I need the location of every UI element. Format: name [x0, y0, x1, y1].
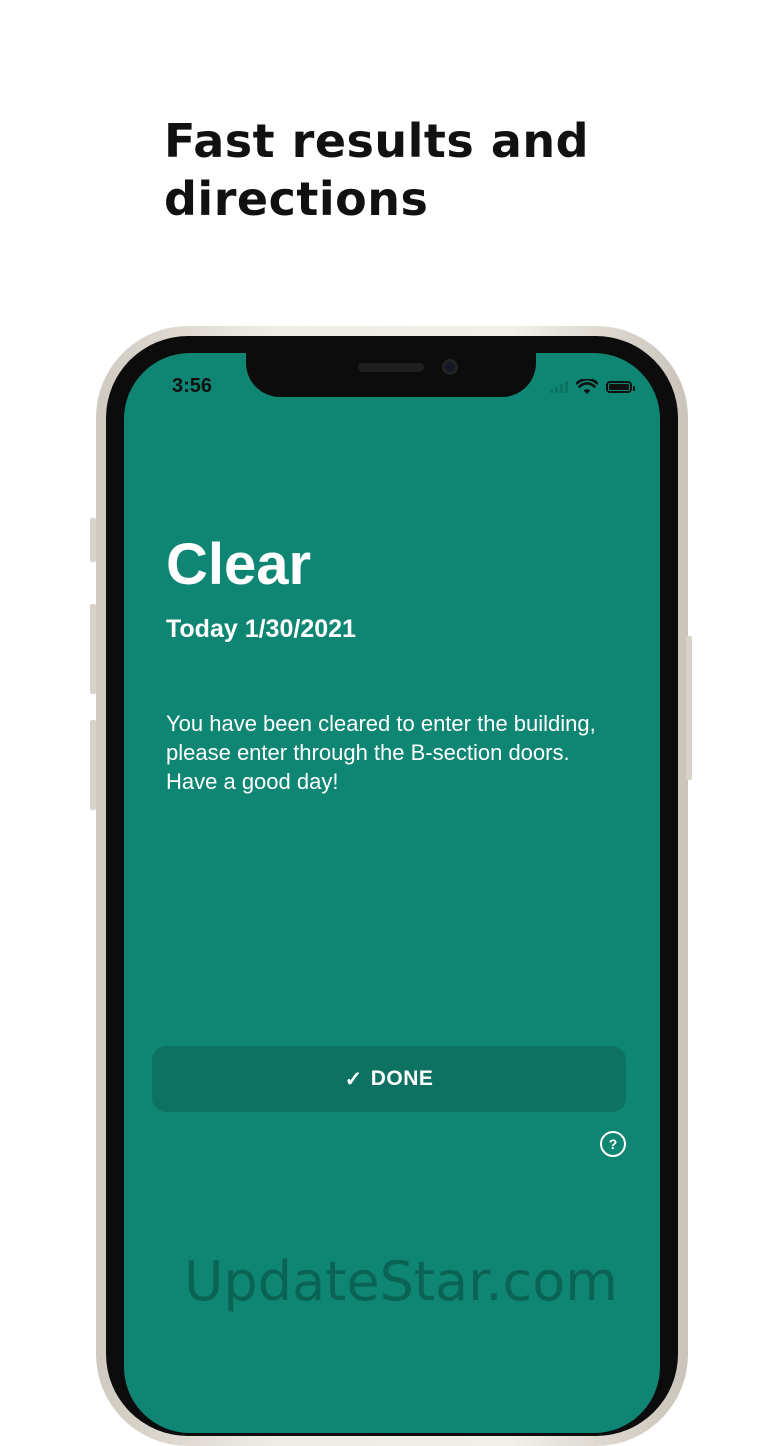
status-bar-icons	[550, 377, 635, 397]
headline-line-1: Fast results and	[164, 114, 590, 168]
watermark: UpdateStar.com	[184, 1250, 618, 1313]
battery-icon	[606, 381, 635, 393]
headline-line-2: directions	[164, 172, 429, 226]
cellular-signal-icon	[550, 381, 568, 393]
phone-notch	[246, 353, 536, 397]
clearance-message: You have been cleared to enter the build…	[166, 711, 596, 794]
clearance-status-title: Clear	[166, 532, 312, 597]
status-bar-time: 3:56	[172, 375, 213, 397]
done-button[interactable]: ✓ DONE	[152, 1046, 626, 1112]
wifi-icon	[576, 379, 598, 394]
help-icon[interactable]: ?	[600, 1131, 626, 1157]
done-button-label: DONE	[370, 1067, 434, 1090]
front-camera	[442, 359, 458, 375]
checkmark-icon: ✓	[344, 1067, 363, 1091]
phone-volume-up	[90, 604, 96, 694]
clearance-date: Today 1/30/2021	[166, 615, 356, 643]
phone-power-button	[686, 636, 692, 780]
promo-headline: Fast results and directions	[164, 112, 684, 228]
phone-volume-down	[90, 720, 96, 810]
phone-silent-switch	[90, 518, 96, 562]
earpiece-speaker	[358, 363, 424, 372]
